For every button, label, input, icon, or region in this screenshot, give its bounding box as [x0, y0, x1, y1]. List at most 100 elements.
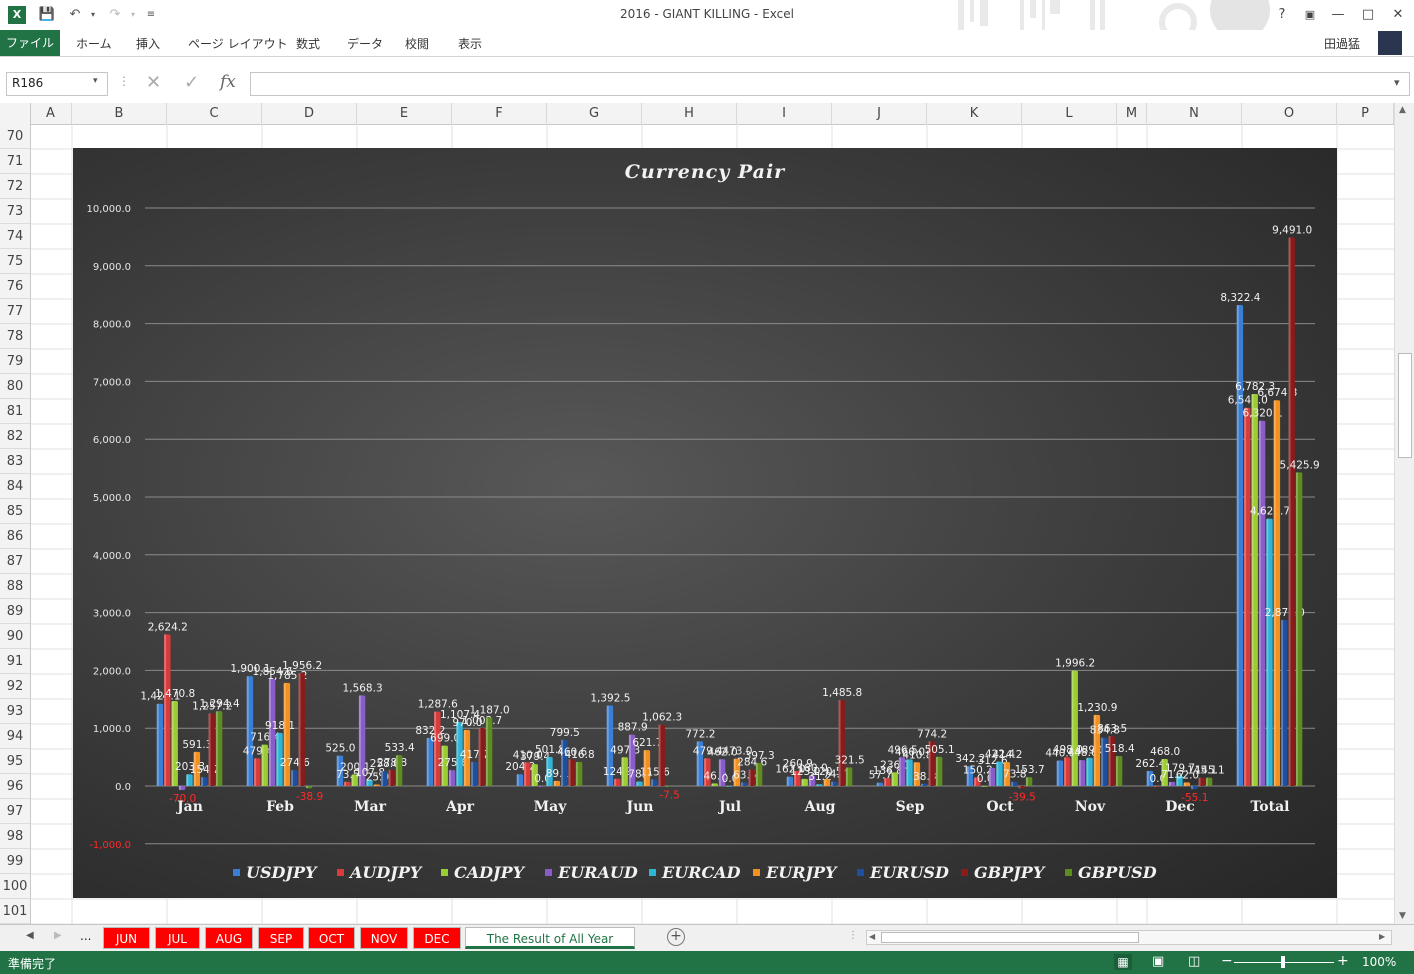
- close-button[interactable]: ✕: [1386, 5, 1410, 25]
- normal-view-icon[interactable]: ▦: [1114, 954, 1132, 970]
- row-header[interactable]: 80: [0, 374, 30, 399]
- scroll-left-icon[interactable]: ◀: [869, 932, 875, 941]
- row-header[interactable]: 85: [0, 499, 30, 524]
- sheet-tab-nov[interactable]: NOV: [360, 927, 408, 949]
- column-header[interactable]: O: [1242, 103, 1337, 124]
- row-header[interactable]: 71: [0, 149, 30, 174]
- tab-page-layout[interactable]: ページ レイアウト: [188, 34, 288, 54]
- sheet-tab-dec[interactable]: DEC: [413, 927, 461, 949]
- row-header[interactable]: 78: [0, 324, 30, 349]
- row-header[interactable]: 70: [0, 124, 30, 149]
- row-header[interactable]: 91: [0, 649, 30, 674]
- tab-data[interactable]: データ: [347, 34, 383, 54]
- file-tab[interactable]: ファイル: [0, 30, 60, 56]
- ribbon-display-options-button[interactable]: ▣: [1298, 5, 1322, 25]
- insert-function-icon[interactable]: fx: [220, 72, 236, 92]
- tab-insert[interactable]: 挿入: [136, 34, 160, 54]
- zoom-in-icon[interactable]: +: [1337, 953, 1349, 969]
- row-header[interactable]: 73: [0, 199, 30, 224]
- row-header[interactable]: 75: [0, 249, 30, 274]
- zoom-out-icon[interactable]: −: [1221, 953, 1233, 969]
- column-header[interactable]: L: [1022, 103, 1117, 124]
- formula-input[interactable]: [250, 72, 1410, 96]
- row-header[interactable]: 76: [0, 274, 30, 299]
- row-header[interactable]: 72: [0, 174, 30, 199]
- column-header[interactable]: A: [30, 103, 72, 124]
- sheet-tab-sep[interactable]: SEP: [258, 927, 304, 949]
- row-header[interactable]: 88: [0, 574, 30, 599]
- column-header[interactable]: N: [1147, 103, 1242, 124]
- tab-view[interactable]: 表示: [458, 34, 482, 54]
- row-header[interactable]: 82: [0, 424, 30, 449]
- row-header[interactable]: 74: [0, 224, 30, 249]
- chevron-down-icon[interactable]: ▾: [93, 76, 98, 86]
- tab-review[interactable]: 校閲: [405, 34, 429, 54]
- zoom-level[interactable]: 100%: [1362, 955, 1396, 969]
- row-header[interactable]: 100: [0, 874, 30, 899]
- more-sheets-button[interactable]: ...: [80, 929, 91, 943]
- column-header[interactable]: B: [72, 103, 167, 124]
- page-layout-view-icon[interactable]: ▣: [1152, 954, 1164, 969]
- column-header[interactable]: H: [642, 103, 737, 124]
- row-header[interactable]: 94: [0, 724, 30, 749]
- sheet-tab-result-of-all-year[interactable]: The Result of All Year: [465, 927, 635, 949]
- user-avatar[interactable]: [1378, 31, 1402, 55]
- sheet-tab-jun[interactable]: JUN: [103, 927, 150, 949]
- prev-sheet-icon[interactable]: ◀: [26, 930, 34, 941]
- row-header[interactable]: 84: [0, 474, 30, 499]
- row-header[interactable]: 93: [0, 699, 30, 724]
- row-header[interactable]: 95: [0, 749, 30, 774]
- page-break-view-icon[interactable]: ◫: [1188, 954, 1200, 969]
- column-header[interactable]: J: [832, 103, 927, 124]
- minimize-button[interactable]: —: [1326, 5, 1350, 25]
- row-header[interactable]: 77: [0, 299, 30, 324]
- row-header[interactable]: 79: [0, 349, 30, 374]
- next-sheet-icon[interactable]: ▶: [54, 930, 62, 941]
- scroll-right-icon[interactable]: ▶: [1379, 932, 1385, 941]
- row-header[interactable]: 92: [0, 674, 30, 699]
- vertical-scroll-thumb[interactable]: [1398, 353, 1412, 458]
- maximize-button[interactable]: □: [1356, 5, 1380, 25]
- row-header[interactable]: 86: [0, 524, 30, 549]
- column-header[interactable]: C: [167, 103, 262, 124]
- user-name[interactable]: 田過猛: [1324, 34, 1360, 54]
- column-header[interactable]: G: [547, 103, 642, 124]
- column-header[interactable]: P: [1337, 103, 1394, 124]
- add-sheet-icon[interactable]: +: [667, 928, 685, 946]
- row-header[interactable]: 89: [0, 599, 30, 624]
- sheet-tab-oct[interactable]: OCT: [308, 927, 355, 949]
- row-header[interactable]: 99: [0, 849, 30, 874]
- tab-split-handle-icon[interactable]: ⋮: [848, 930, 858, 941]
- scroll-down-icon[interactable]: ▼: [1399, 911, 1406, 921]
- row-header[interactable]: 87: [0, 549, 30, 574]
- tab-home[interactable]: ホーム: [76, 34, 112, 54]
- scroll-up-icon[interactable]: ▲: [1399, 105, 1406, 115]
- zoom-slider-thumb[interactable]: [1281, 956, 1285, 968]
- help-button[interactable]: ?: [1270, 5, 1294, 25]
- expand-formula-bar-icon[interactable]: ▾: [1394, 76, 1400, 89]
- column-header[interactable]: F: [452, 103, 547, 124]
- horizontal-scroll-thumb[interactable]: [881, 932, 1139, 943]
- row-header[interactable]: 101: [0, 899, 30, 924]
- column-header[interactable]: M: [1117, 103, 1147, 124]
- column-header[interactable]: I: [737, 103, 832, 124]
- row-header[interactable]: 83: [0, 449, 30, 474]
- vertical-scrollbar[interactable]: ▲ ▼: [1394, 103, 1414, 925]
- name-box[interactable]: R186 ▾: [6, 72, 108, 96]
- column-header[interactable]: E: [357, 103, 452, 124]
- row-header[interactable]: 90: [0, 624, 30, 649]
- row-header[interactable]: 96: [0, 774, 30, 799]
- cancel-icon[interactable]: ✕: [146, 72, 161, 93]
- sheet-tab-jul[interactable]: JUL: [155, 927, 200, 949]
- column-header[interactable]: D: [262, 103, 357, 124]
- sheet-tab-aug[interactable]: AUG: [205, 927, 253, 949]
- column-header[interactable]: K: [927, 103, 1022, 124]
- select-all-corner[interactable]: [0, 103, 31, 124]
- row-header[interactable]: 97: [0, 799, 30, 824]
- row-header[interactable]: 98: [0, 824, 30, 849]
- horizontal-scrollbar[interactable]: ◀ ▶: [866, 930, 1392, 945]
- row-header[interactable]: 81: [0, 399, 30, 424]
- tab-formulas[interactable]: 数式: [296, 34, 320, 54]
- currency-pair-chart[interactable]: Currency Pair -1,000.0 0.0 1,000.0 2,000.0 3,…: [73, 148, 1337, 898]
- enter-icon[interactable]: ✓: [184, 72, 199, 93]
